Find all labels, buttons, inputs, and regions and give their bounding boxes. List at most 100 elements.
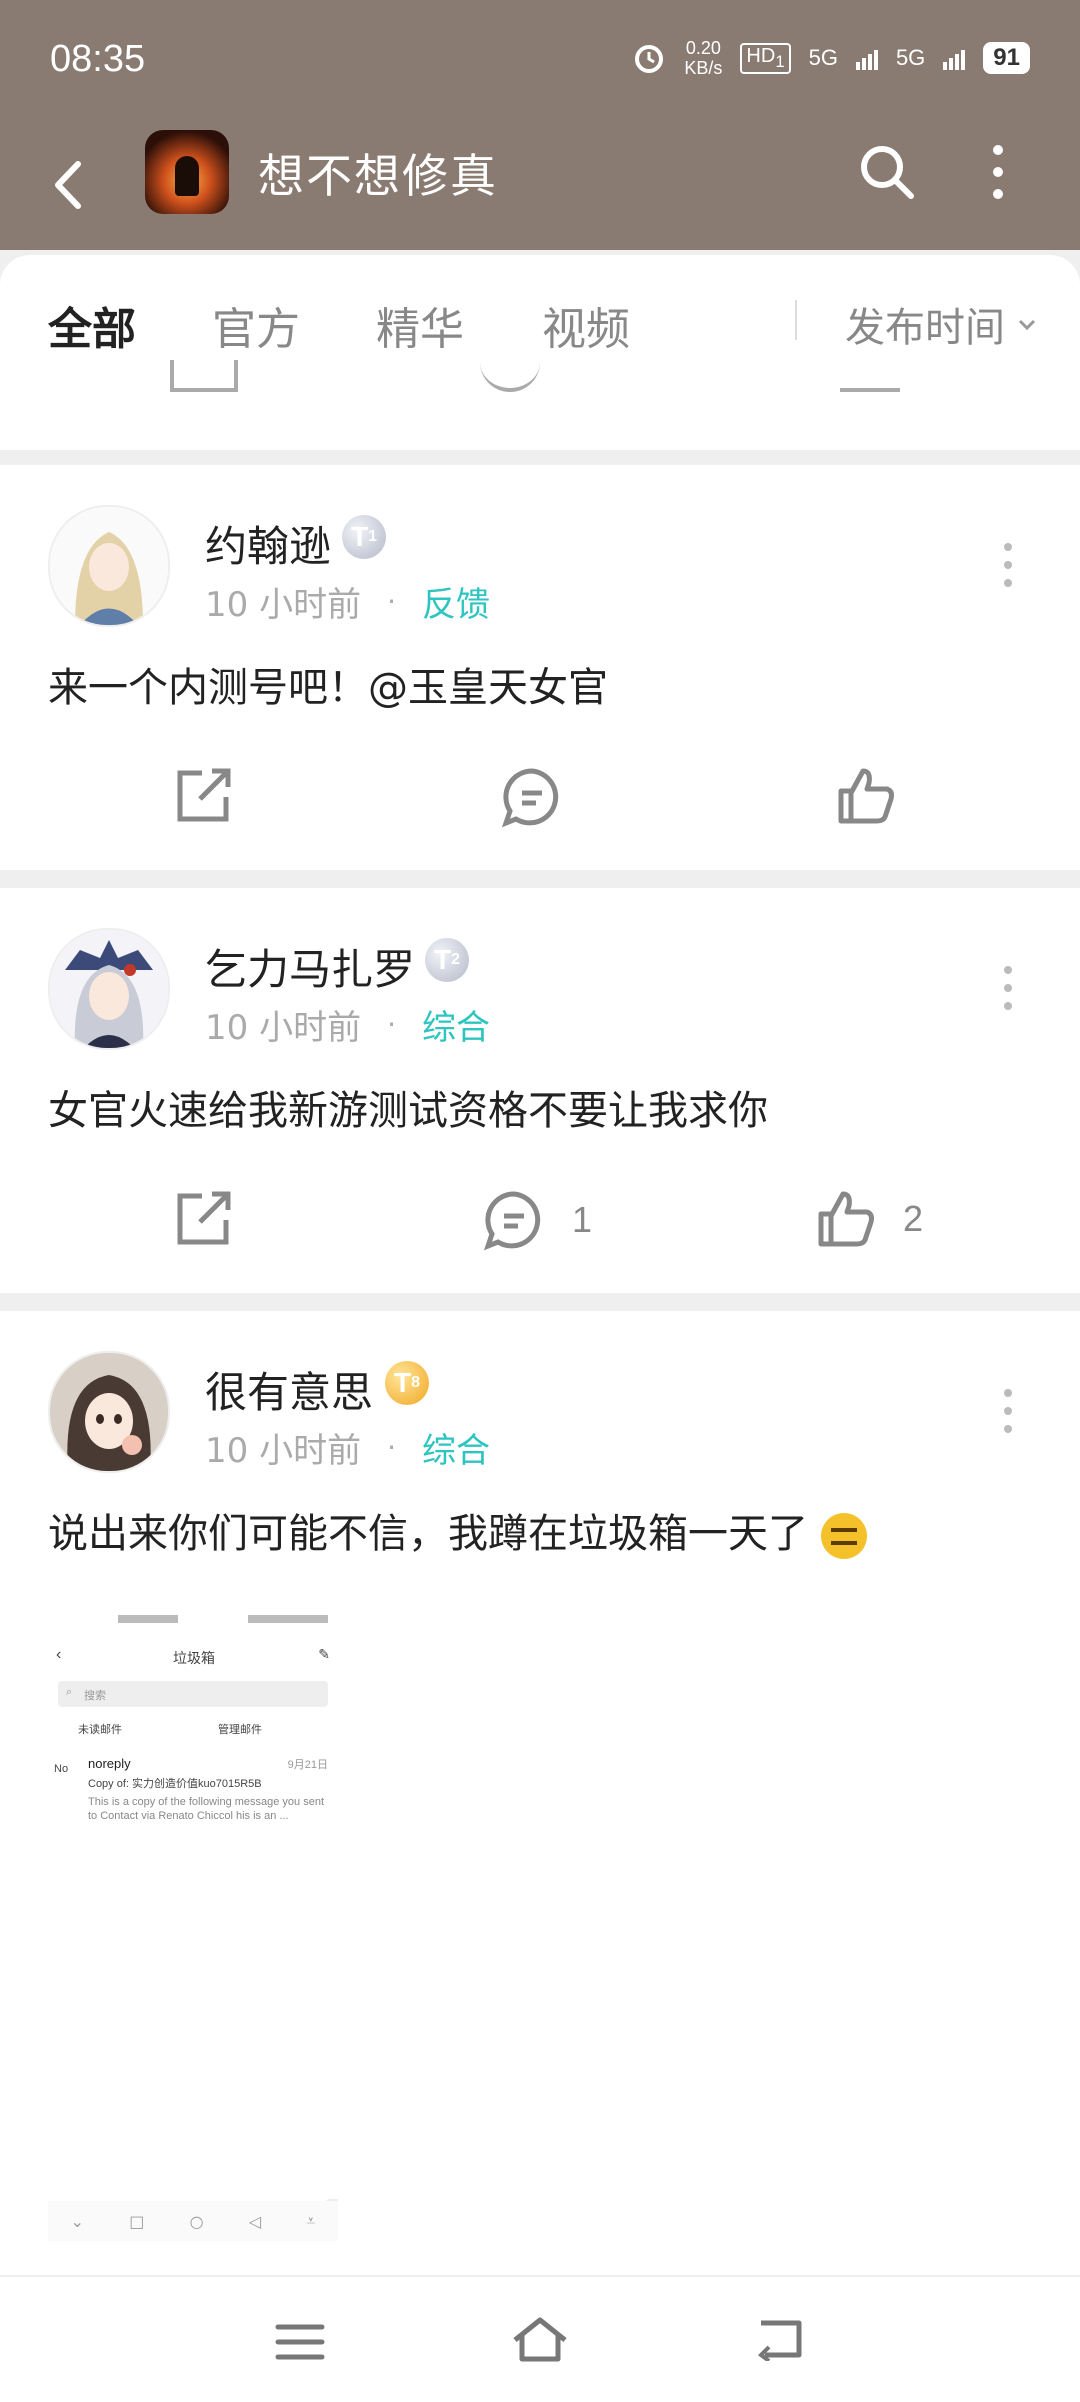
thumb-unread-label: 未读邮件 [78, 1724, 122, 1736]
avatar[interactable] [48, 928, 170, 1050]
thumb-title: 垃圾箱 [173, 1650, 215, 1666]
thumbs-up-icon [838, 768, 894, 824]
comment-icon [483, 1191, 541, 1251]
like-button[interactable]: 2 [815, 1188, 923, 1250]
avatar[interactable] [48, 505, 170, 627]
signal-icon [855, 46, 878, 70]
tab-all[interactable]: 全部 [48, 293, 136, 357]
comment-icon [501, 768, 559, 828]
post-time: 10 小时前 [205, 585, 362, 625]
post-time: 10 小时前 [205, 1431, 362, 1471]
previous-post-actions-partial [0, 360, 1080, 395]
level-number: 1 [368, 528, 377, 545]
level-badge: T8 [385, 1361, 429, 1405]
thumb-sender-avatar: No [54, 1763, 76, 1785]
app-logo [145, 130, 229, 214]
alarm-icon [635, 45, 664, 73]
level-badge: T1 [342, 515, 386, 559]
share-button[interactable] [172, 765, 234, 827]
tab-official[interactable]: 官方 [212, 293, 300, 357]
tab-featured[interactable]: 精华 [376, 293, 464, 357]
menu-icon[interactable] [275, 2322, 325, 2362]
post-text: 女官火速给我新游测试资格不要让我求你 [48, 1088, 768, 1134]
app-header: 想不想修真 [0, 120, 1080, 250]
thumb-nav-back-icon: ◁ [248, 2211, 262, 2231]
share-icon [177, 1191, 231, 1245]
back-nav-icon[interactable] [755, 2317, 807, 2361]
hd-label: HD [746, 44, 776, 67]
level-letter: T [393, 1367, 412, 1398]
tab-panel: 全部 官方 精华 视频 发布时间 [0, 255, 1080, 450]
share-icon [177, 768, 231, 822]
status-bar: 08:35 0.20 KB/s HD1 5G 5G 91 [0, 0, 1080, 120]
more-options-icon[interactable] [975, 140, 1021, 204]
thumb-manage-btn: 管理邮件 [218, 1721, 262, 1737]
level-number: 2 [451, 951, 460, 968]
thumbs-up-icon [818, 1191, 874, 1247]
post-time: 10 小时前 [205, 1008, 362, 1048]
post-category[interactable]: 综合 [422, 1423, 490, 1472]
share-button[interactable] [172, 1188, 234, 1250]
sort-label: 发布时间 [845, 305, 1005, 351]
tab-video[interactable]: 视频 [542, 293, 630, 357]
post-image[interactable]: ‹ 垃圾箱 ✎ ⌕ 搜索 未读邮件 管理邮件 No noreply 9月21日 … [48, 1601, 338, 2241]
search-icon[interactable] [855, 140, 919, 204]
post-category[interactable]: 综合 [422, 1000, 490, 1049]
thumb-search: ⌕ 搜索 [58, 1681, 328, 1707]
meta-separator: · [387, 585, 396, 618]
username[interactable]: 约翰逊 [205, 513, 331, 574]
tab-divider [795, 300, 797, 340]
post-meta: 10 小时前 · 综合 [205, 1000, 490, 1049]
thumb-nav-circle-icon: ○ [189, 2211, 204, 2231]
post-card[interactable]: 很有意思 T8 10 小时前 · 综合 说出来你们可能不信，我蹲在垃圾箱一天了 … [0, 1311, 1080, 2275]
thumb-nav-menu-icon: ⩡ [306, 2211, 316, 2230]
post-category[interactable]: 反馈 [422, 577, 490, 626]
like-button[interactable] [835, 765, 923, 827]
net-speed-unit: KB/s [684, 58, 723, 78]
post-card[interactable]: 约翰逊 T1 10 小时前 · 反馈 来一个内测号吧！@玉皇天女官 [0, 465, 1080, 870]
chevron-down-icon [1018, 319, 1036, 331]
sim1-label: 1 [775, 51, 785, 71]
expressionless-emoji-icon [820, 1513, 867, 1559]
sort-dropdown[interactable]: 发布时间 [845, 295, 1039, 353]
username[interactable]: 乞力马扎罗 [205, 936, 415, 997]
thumb-unread-btn: 未读邮件 [78, 1721, 122, 1737]
comment-button[interactable]: 1 [482, 1188, 592, 1252]
thumb-nav-square-icon: □ [129, 2211, 145, 2231]
thumb-header: ‹ 垃圾箱 ✎ [48, 1646, 338, 1676]
system-nav-bar [0, 2275, 1080, 2402]
like-count: 2 [903, 1198, 924, 1239]
thumb-preview: This is a copy of the following message … [88, 1796, 325, 1822]
thumb-back-icon: ‹ [56, 1646, 62, 1663]
status-icons: 0.20 KB/s HD1 5G 5G 91 [632, 38, 1030, 78]
post-text: 说出来你们可能不信，我蹲在垃圾箱一天了 [48, 1501, 867, 1559]
signal-icon-2 [943, 46, 966, 70]
level-letter: T [350, 521, 369, 552]
home-icon[interactable] [510, 2315, 570, 2365]
status-time: 08:35 [50, 38, 146, 80]
level-letter: T [433, 944, 452, 975]
page-title: 想不想修真 [258, 149, 498, 203]
comment-count: 1 [572, 1199, 593, 1240]
post-more-icon[interactable] [990, 958, 1026, 1018]
thumb-email-row: noreply 9月21日 Copy of: 实力创造价值kuo7015R5B … [88, 1756, 328, 1823]
post-more-icon[interactable] [990, 535, 1026, 595]
post-meta: 10 小时前 · 综合 [205, 1423, 490, 1472]
post-more-icon[interactable] [990, 1381, 1026, 1441]
post-card[interactable]: 乞力马扎罗 T2 10 小时前 · 综合 女官火速给我新游测试资格不要让我求你 … [0, 888, 1080, 1293]
network2-label: 5G [895, 45, 926, 70]
post-text-content: 说出来你们可能不信，我蹲在垃圾箱一天了 [48, 1511, 808, 1557]
thumb-nav-bar: ⌄ □ ○ ◁ ⩡ [48, 2201, 338, 2241]
comment-button[interactable] [500, 765, 590, 829]
thumb-subject: Copy of: 实力创造价值kuo7015R5B [88, 1778, 262, 1790]
thumb-avatar-text: No [54, 1763, 69, 1775]
username[interactable]: 很有意思 [205, 1359, 373, 1420]
thumb-search-icon: ⌕ [66, 1686, 73, 1698]
avatar[interactable] [48, 1351, 170, 1473]
level-badge: T2 [425, 938, 469, 982]
meta-separator: · [387, 1431, 396, 1464]
back-icon[interactable] [40, 150, 100, 220]
thumb-status-bar [118, 1613, 328, 1625]
post-actions [0, 765, 1080, 845]
post-actions: 1 2 [0, 1188, 1080, 1268]
